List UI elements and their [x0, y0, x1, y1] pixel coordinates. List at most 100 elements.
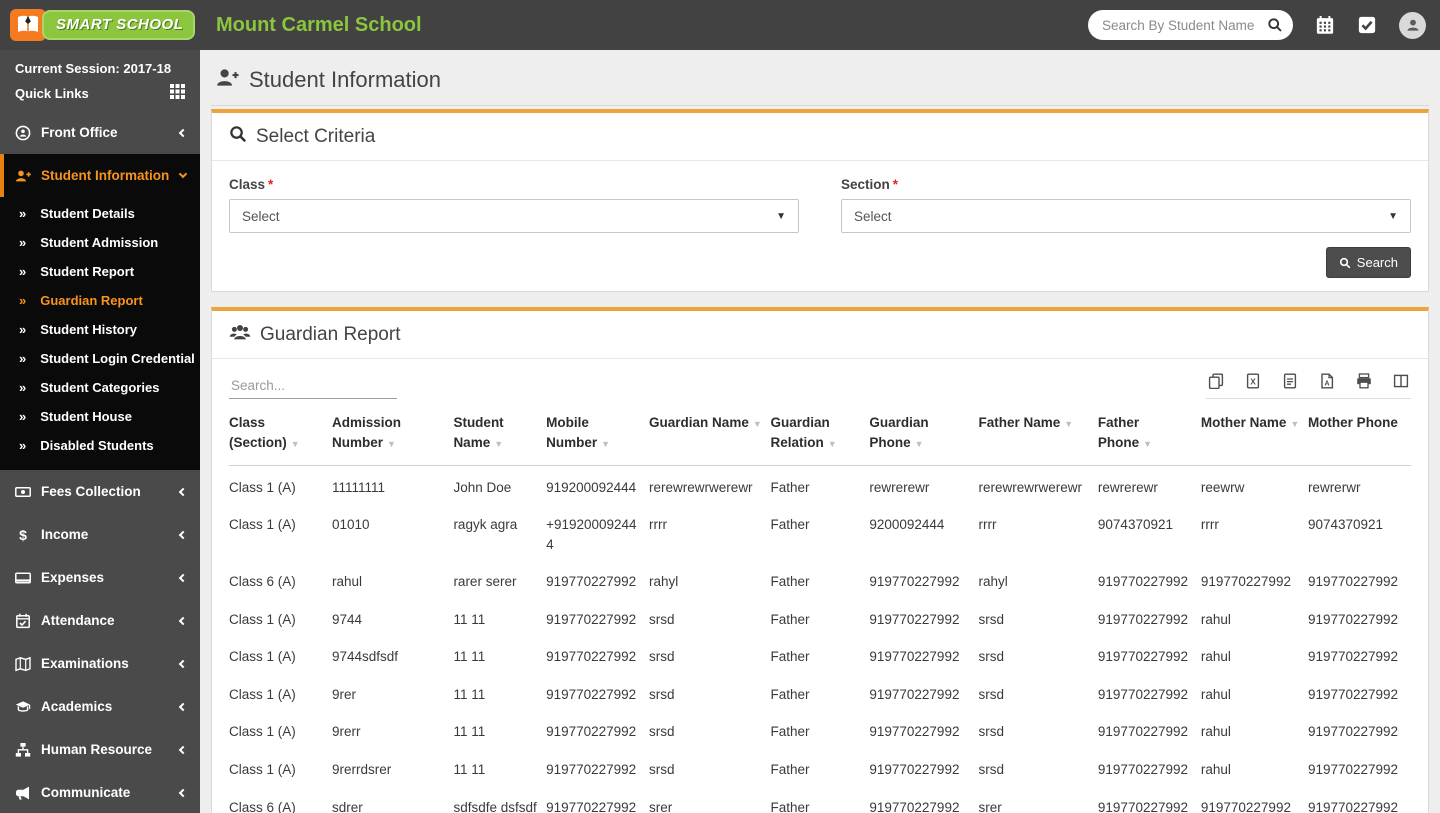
- table-cell: Father: [771, 713, 870, 751]
- print-icon[interactable]: [1356, 373, 1372, 389]
- pdf-icon[interactable]: A: [1319, 373, 1335, 389]
- column-header-father-name[interactable]: Father Name▼: [978, 405, 1097, 465]
- submenu-item-student-login-credential[interactable]: »Student Login Credential: [0, 344, 200, 373]
- user-avatar[interactable]: [1399, 12, 1426, 39]
- sidebar-item-income[interactable]: $Income: [0, 513, 200, 556]
- sidebar-item-attendance[interactable]: Attendance: [0, 599, 200, 642]
- submenu-item-student-report[interactable]: »Student Report: [0, 257, 200, 286]
- student-information-icon: [15, 168, 41, 184]
- student-name-link[interactable]: 11 11: [453, 601, 546, 639]
- sidebar-item-academics[interactable]: Academics: [0, 685, 200, 728]
- submenu-item-guardian-report[interactable]: »Guardian Report: [0, 286, 200, 315]
- column-header-class-section[interactable]: Class (Section)▼: [229, 405, 332, 465]
- column-header-guardian-phone[interactable]: Guardian Phone▼: [869, 405, 978, 465]
- column-header-guardian-relation[interactable]: Guardian Relation▼: [771, 405, 870, 465]
- criteria-card-title: Select Criteria: [256, 126, 375, 148]
- sidebar-item-expenses[interactable]: Expenses: [0, 556, 200, 599]
- users-icon: [229, 323, 251, 346]
- table-row: Class 6 (A)sdrersdfsdfe dsfsdf9197702279…: [229, 789, 1411, 813]
- table-cell: rewrerwr: [1308, 465, 1411, 506]
- submenu-item-student-categories[interactable]: »Student Categories: [0, 373, 200, 402]
- table-cell: Class 1 (A): [229, 713, 332, 751]
- table-row: Class 1 (A)01010ragyk agra+919200092444r…: [229, 506, 1411, 563]
- sidebar-item-fees-collection[interactable]: Fees Collection: [0, 470, 200, 513]
- submenu-item-student-history[interactable]: »Student History: [0, 315, 200, 344]
- student-name-link[interactable]: ragyk agra: [453, 506, 546, 563]
- student-name-link[interactable]: 11 11: [453, 638, 546, 676]
- section-select[interactable]: Select ▼: [841, 199, 1411, 233]
- column-header-mother-phone[interactable]: Mother Phone: [1308, 405, 1411, 465]
- submenu-item-disabled-students[interactable]: » Disabled Students: [0, 431, 200, 460]
- table-cell: 919770227992: [546, 751, 649, 789]
- column-header-mobile-number[interactable]: Mobile Number▼: [546, 405, 649, 465]
- student-name-link[interactable]: sdfsdfe dsfsdf: [453, 789, 546, 813]
- table-cell: 9200092444: [869, 506, 978, 563]
- table-cell: Class 1 (A): [229, 506, 332, 563]
- section-field: Section* Select ▼: [841, 177, 1411, 233]
- submenu-item-label: Student Categories: [40, 380, 159, 395]
- table-row: Class 6 (A)rahulrarer serer919770227992r…: [229, 563, 1411, 601]
- student-name-link[interactable]: John Doe: [453, 465, 546, 506]
- submenu-item-student-house[interactable]: »Student House: [0, 402, 200, 431]
- tasks-icon[interactable]: [1357, 15, 1377, 35]
- table-cell: 9744: [332, 601, 453, 639]
- sidebar-menu: Front OfficeStudent Information»Student …: [0, 111, 200, 813]
- table-cell: +919200092444: [546, 506, 649, 563]
- submenu-item-student-admission[interactable]: »Student Admission: [0, 228, 200, 257]
- submenu-item-student-details[interactable]: »Student Details: [0, 199, 200, 228]
- column-header-father-phone[interactable]: Father Phone▼: [1098, 405, 1201, 465]
- student-name-link[interactable]: 11 11: [453, 676, 546, 714]
- student-search-input[interactable]: [1102, 18, 1267, 33]
- grid-icon[interactable]: [170, 84, 185, 102]
- student-name-link[interactable]: rarer serer: [453, 563, 546, 601]
- column-header-admission-number[interactable]: Admission Number▼: [332, 405, 453, 465]
- calendar-icon[interactable]: [1315, 15, 1335, 35]
- table-cell: 919770227992: [546, 563, 649, 601]
- table-cell: 919770227992: [1098, 563, 1201, 601]
- copy-icon[interactable]: [1208, 373, 1224, 389]
- table-cell: srsd: [978, 713, 1097, 751]
- table-row: Class 1 (A)9rerrdsrer11 11919770227992sr…: [229, 751, 1411, 789]
- column-header-mother-name[interactable]: Mother Name▼: [1201, 405, 1308, 465]
- student-name-link[interactable]: 11 11: [453, 713, 546, 751]
- csv-icon[interactable]: [1282, 373, 1298, 389]
- app-logo[interactable]: SMART SCHOOL: [0, 0, 200, 50]
- excel-icon[interactable]: X: [1245, 373, 1261, 389]
- current-session-label: Current Session: 2017-18: [15, 61, 185, 76]
- column-header-guardian-name[interactable]: Guardian Name▼: [649, 405, 770, 465]
- search-icon[interactable]: [1267, 17, 1283, 33]
- required-asterisk: *: [268, 177, 273, 192]
- double-angle-icon: »: [19, 206, 26, 221]
- sidebar-item-student-information[interactable]: Student Information: [0, 154, 200, 197]
- table-cell: Class 6 (A): [229, 563, 332, 601]
- sidebar-item-front-office[interactable]: Front Office: [0, 111, 200, 154]
- table-cell: Father: [771, 465, 870, 506]
- double-angle-icon: »: [19, 264, 26, 279]
- table-search-input[interactable]: [229, 376, 397, 399]
- class-select[interactable]: Select ▼: [229, 199, 799, 233]
- chevron-down-icon: [179, 170, 187, 178]
- brand-name: SMART SCHOOL: [42, 10, 195, 40]
- sidebar-item-examinations[interactable]: Examinations: [0, 642, 200, 685]
- double-angle-icon: »: [19, 322, 26, 337]
- student-name-link[interactable]: 11 11: [453, 751, 546, 789]
- sidebar-item-human-resource[interactable]: Human Resource: [0, 728, 200, 771]
- table-cell: 919770227992: [1098, 751, 1201, 789]
- column-header-student-name[interactable]: Student Name▼: [453, 405, 546, 465]
- table-cell: 919770227992: [1308, 563, 1411, 601]
- columns-icon[interactable]: [1393, 373, 1409, 389]
- table-cell: srsd: [649, 713, 770, 751]
- double-angle-icon: »: [19, 438, 26, 453]
- school-name: Mount Carmel School: [216, 14, 422, 37]
- quick-links[interactable]: Quick Links: [15, 84, 185, 102]
- table-cell: 9rerr: [332, 713, 453, 751]
- student-search-box[interactable]: [1088, 10, 1293, 40]
- table-cell: 919770227992: [869, 638, 978, 676]
- search-button[interactable]: Search: [1326, 247, 1411, 278]
- table-cell: Father: [771, 601, 870, 639]
- table-cell: 919770227992: [869, 751, 978, 789]
- sidebar-item-communicate[interactable]: Communicate: [0, 771, 200, 813]
- chevron-left-icon: [179, 788, 187, 796]
- submenu-item-label: Disabled Students: [40, 438, 153, 453]
- table-cell: 919770227992: [869, 601, 978, 639]
